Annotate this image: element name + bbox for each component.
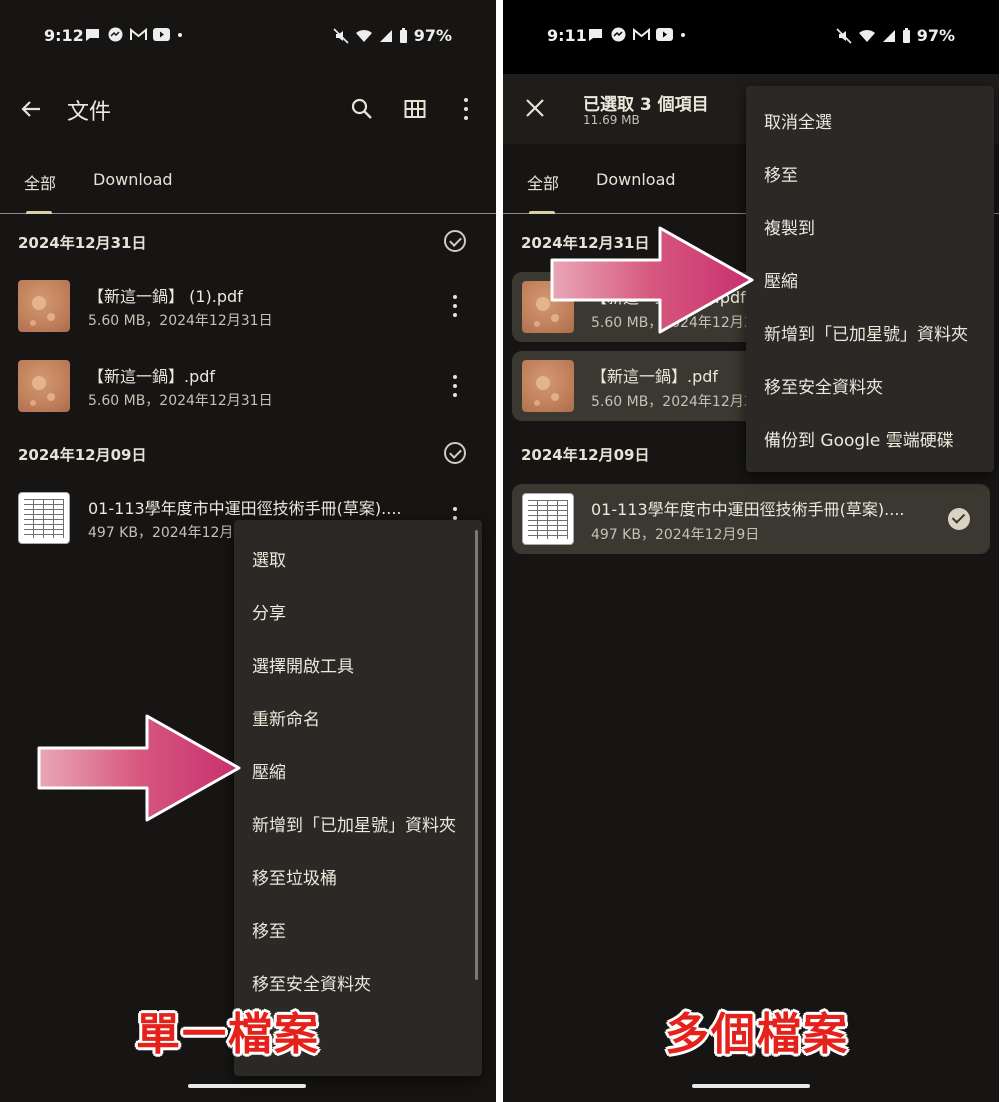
menu-item-add-starred[interactable]: 新增到「已加星號」資料夾 xyxy=(252,811,456,836)
gesture-bar[interactable] xyxy=(188,1084,306,1088)
battery-level: 97% xyxy=(413,26,452,45)
tab-bar: 全部 Download xyxy=(0,144,496,214)
grid-view-icon[interactable] xyxy=(404,99,426,119)
top-app-bar: 文件 xyxy=(0,74,496,144)
file-meta: 497 KB，2024年12月9日 xyxy=(591,527,760,543)
status-time: 9:11 xyxy=(547,26,587,45)
tab-download[interactable]: Download xyxy=(93,170,173,189)
notification-icons xyxy=(587,27,687,42)
left-screenshot: 9:12 97% 文件 全部 Download 2024年12月31日 【新這一… xyxy=(0,0,496,1102)
messenger-icon xyxy=(108,27,123,42)
back-arrow-icon[interactable] xyxy=(20,98,42,120)
dot-icon xyxy=(681,33,685,37)
menu-item-deselect-all[interactable]: 取消全選 xyxy=(764,108,832,133)
check-circle-icon[interactable] xyxy=(444,230,466,252)
selection-size: 11.69 MB xyxy=(583,113,640,127)
pointer-arrow xyxy=(550,226,754,334)
tab-all[interactable]: 全部 xyxy=(527,170,559,194)
search-icon[interactable] xyxy=(351,98,373,120)
document-thumbnail xyxy=(522,493,574,545)
menu-item-safe-folder[interactable]: 移至安全資料夾 xyxy=(764,373,883,398)
menu-item-compress[interactable]: 壓縮 xyxy=(764,267,798,292)
mute-icon xyxy=(836,27,852,44)
menu-item-move[interactable]: 移至 xyxy=(252,917,286,942)
more-vert-icon[interactable] xyxy=(452,295,458,317)
status-bar: 9:11 97% xyxy=(503,0,999,74)
status-bar: 9:12 97% xyxy=(0,0,496,74)
pdf-thumbnail xyxy=(522,360,574,412)
gmail-icon xyxy=(633,27,650,40)
file-name: 【新這一鍋】.pdf xyxy=(88,367,216,386)
menu-item-safe-folder[interactable]: 移至安全資料夾 xyxy=(252,970,371,995)
file-name: 01-113學年度市中運田徑技術手冊(草案).... xyxy=(591,500,905,519)
system-icons: 97% xyxy=(333,26,452,45)
notification-icons xyxy=(84,27,184,42)
tab-indicator xyxy=(26,211,52,214)
document-thumbnail xyxy=(18,492,70,544)
messenger-icon xyxy=(611,27,626,42)
battery-icon xyxy=(399,27,407,43)
file-meta: 5.60 MB，2024年12月31日 xyxy=(88,393,273,409)
pdf-thumbnail xyxy=(18,360,70,412)
menu-item-open-with[interactable]: 選擇開啟工具 xyxy=(252,652,354,677)
menu-item-copy[interactable]: 複製到 xyxy=(764,214,815,239)
battery-level: 97% xyxy=(916,26,955,45)
mute-icon xyxy=(333,27,349,44)
menu-item-compress[interactable]: 壓縮 xyxy=(252,758,286,783)
menu-item-add-starred[interactable]: 新增到「已加星號」資料夾 xyxy=(764,320,968,345)
wifi-icon xyxy=(858,29,875,42)
dot-icon xyxy=(178,33,182,37)
file-row[interactable]: 【新這一鍋】 (1).pdf 5.60 MB，2024年12月31日 xyxy=(0,266,496,344)
check-circle-icon[interactable] xyxy=(444,442,466,464)
more-vert-icon[interactable] xyxy=(452,375,458,397)
file-row[interactable]: 【新這一鍋】.pdf 5.60 MB，2024年12月31日 xyxy=(0,346,496,424)
gmail-icon xyxy=(130,27,147,40)
overflow-menu: 取消全選 移至 複製到 壓縮 新增到「已加星號」資料夾 移至安全資料夾 備份到 … xyxy=(746,86,994,472)
tab-indicator xyxy=(529,211,555,214)
file-meta: 497 KB，2024年12月 xyxy=(88,525,234,541)
selected-check-icon[interactable] xyxy=(948,508,970,530)
file-name: 01-113學年度市中運田徑技術手冊(草案).... xyxy=(88,499,402,518)
battery-icon xyxy=(902,27,910,43)
signal-icon xyxy=(379,30,392,42)
youtube-icon xyxy=(656,28,673,41)
chat-icon xyxy=(589,29,602,41)
caption-multiple-files: 多個檔案 xyxy=(665,1009,849,1060)
signal-icon xyxy=(882,30,895,42)
menu-item-rename[interactable]: 重新命名 xyxy=(252,705,320,730)
pdf-thumbnail xyxy=(18,280,70,332)
pointer-arrow xyxy=(37,714,241,822)
tab-all[interactable]: 全部 xyxy=(24,170,56,194)
menu-item-trash[interactable]: 移至垃圾桶 xyxy=(252,864,337,889)
menu-item-move[interactable]: 移至 xyxy=(764,161,798,186)
chat-icon xyxy=(86,29,99,41)
context-menu: 選取 分享 選擇開啟工具 重新命名 壓縮 新增到「已加星號」資料夾 移至垃圾桶 … xyxy=(234,520,482,1076)
gesture-bar[interactable] xyxy=(692,1084,810,1088)
caption-single-file: 單一檔案 xyxy=(136,1009,320,1060)
page-title: 文件 xyxy=(67,100,112,125)
wifi-icon xyxy=(355,29,372,42)
menu-item-backup-drive[interactable]: 備份到 Google 雲端硬碟 xyxy=(764,426,954,451)
status-time: 9:12 xyxy=(44,26,84,45)
selection-title: 已選取 3 個項目 xyxy=(583,95,709,115)
section-date: 2024年12月09日 xyxy=(521,446,650,464)
more-vert-icon[interactable] xyxy=(463,98,469,120)
file-name: 【新這一鍋】 (1).pdf xyxy=(88,287,243,306)
file-name: 【新這一鍋】.pdf xyxy=(591,367,719,386)
youtube-icon xyxy=(153,28,170,41)
section-date: 2024年12月31日 xyxy=(18,234,147,252)
menu-item-share[interactable]: 分享 xyxy=(252,599,286,624)
file-meta: 5.60 MB，2024年12月31日 xyxy=(88,313,273,329)
menu-scrollbar[interactable] xyxy=(475,530,478,980)
system-icons: 97% xyxy=(836,26,955,45)
right-screenshot: 9:11 97% 已選取 3 個項目 11.69 MB 全部 Download … xyxy=(503,0,999,1102)
section-date: 2024年12月09日 xyxy=(18,446,147,464)
close-icon[interactable] xyxy=(525,98,545,118)
menu-item-select[interactable]: 選取 xyxy=(252,546,286,571)
tab-download[interactable]: Download xyxy=(596,170,676,189)
file-row-selected[interactable]: 01-113學年度市中運田徑技術手冊(草案).... 497 KB，2024年1… xyxy=(512,484,990,554)
